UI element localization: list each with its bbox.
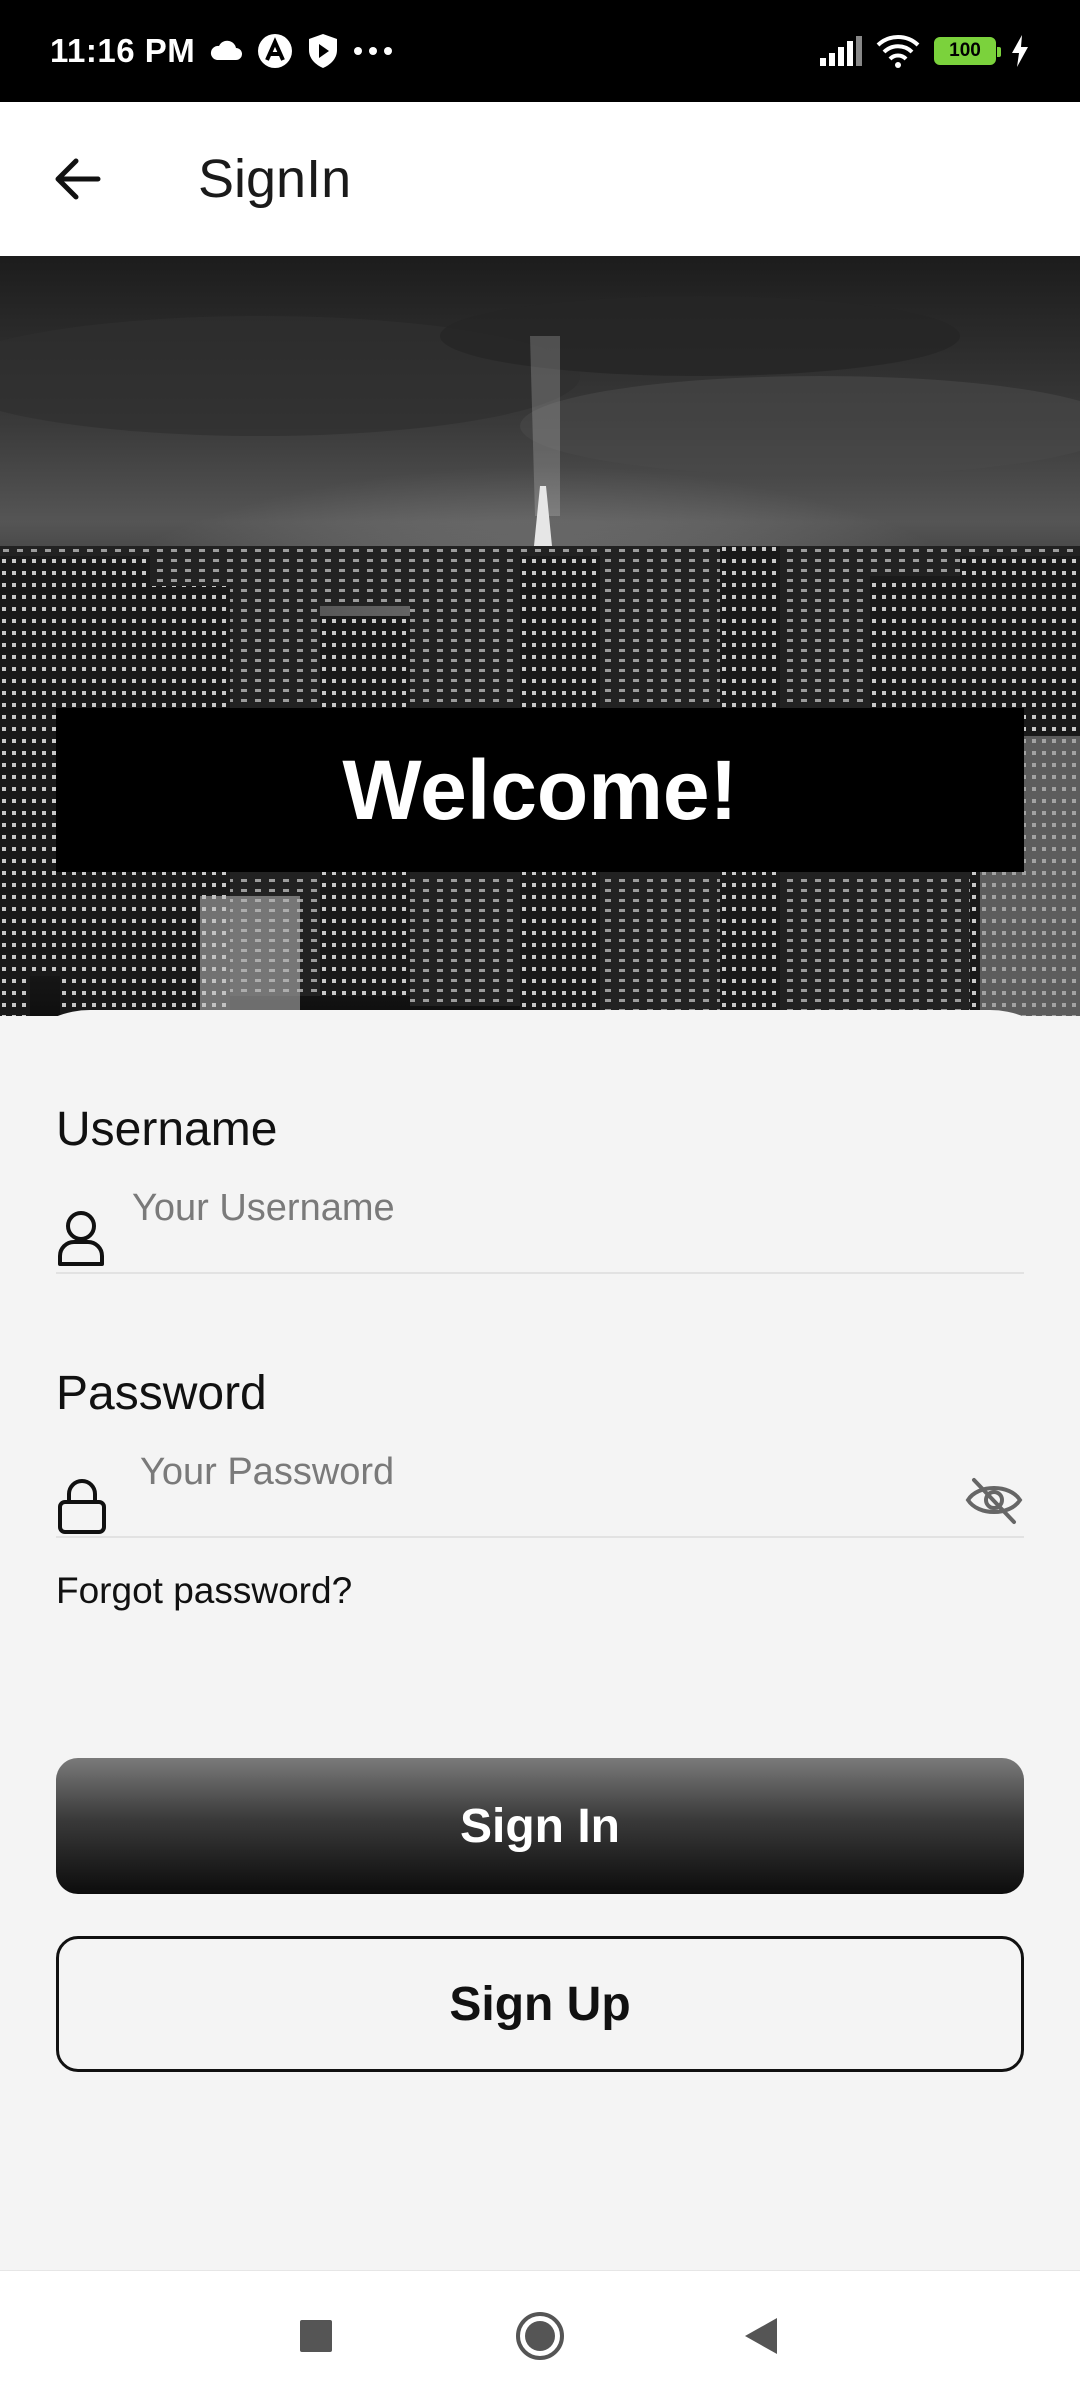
status-bar: 11:16 PM 100 (0, 0, 1080, 102)
city-skyline-image (0, 296, 1080, 1016)
battery-icon: 100 (934, 37, 1001, 65)
back-triangle-icon[interactable] (726, 2301, 796, 2371)
password-field[interactable] (56, 1442, 1024, 1538)
welcome-text: Welcome! (342, 742, 738, 837)
lock-icon (56, 1478, 108, 1539)
password-label: Password (56, 1367, 267, 1420)
password-input[interactable] (138, 1442, 918, 1502)
wifi-icon (876, 34, 920, 68)
eye-off-icon[interactable] (964, 1472, 1024, 1532)
signal-icon (820, 36, 862, 66)
back-button[interactable] (38, 139, 118, 219)
app-bar: SignIn (0, 102, 1080, 256)
status-right: 100 (820, 34, 1030, 68)
arrow-left-icon (55, 158, 101, 200)
home-circle-icon[interactable] (505, 2301, 575, 2371)
forgot-password-link[interactable]: Forgot password? (56, 1570, 352, 1612)
system-nav-bar (0, 2270, 1080, 2400)
sign-in-button[interactable]: Sign In (56, 1758, 1024, 1894)
cloud-icon (209, 40, 243, 62)
username-label: Username (56, 1103, 278, 1156)
user-icon (56, 1208, 106, 1273)
status-time: 11:16 PM (50, 32, 196, 69)
username-input[interactable] (130, 1178, 910, 1238)
welcome-banner: Welcome! (56, 708, 1024, 872)
username-field[interactable] (56, 1178, 1024, 1274)
page-title: SignIn (198, 149, 352, 209)
recents-square-icon[interactable] (281, 2301, 351, 2371)
sign-up-button[interactable]: Sign Up (56, 1936, 1024, 2072)
shield-play-icon (307, 33, 339, 69)
more-dots-icon (353, 46, 393, 56)
status-left: 11:16 PM (50, 32, 393, 70)
charging-icon (1010, 35, 1030, 67)
signin-form-card: Username Password Forgot password? (0, 1010, 1080, 2270)
app-a-icon (257, 33, 293, 69)
hero-image: Welcome! (0, 256, 1080, 1016)
